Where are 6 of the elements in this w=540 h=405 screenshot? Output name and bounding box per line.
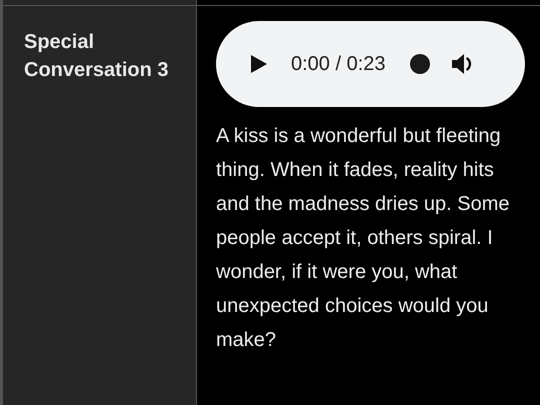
progress-thumb-icon[interactable]	[410, 54, 430, 74]
description-text: A kiss is a wonderful but fleeting thing. When it fades, reality hits and the madness dries up. Some people accept it, others spiral. I wonder, if it were you, what unexpected choices would you make?	[216, 124, 511, 353]
time-display: 0:00 / 0:23	[291, 52, 386, 77]
play-icon[interactable]	[251, 55, 267, 73]
row-heading: Special Conversation 3	[24, 30, 170, 83]
audio-player[interactable]: 0:00 / 0:23	[216, 21, 525, 107]
